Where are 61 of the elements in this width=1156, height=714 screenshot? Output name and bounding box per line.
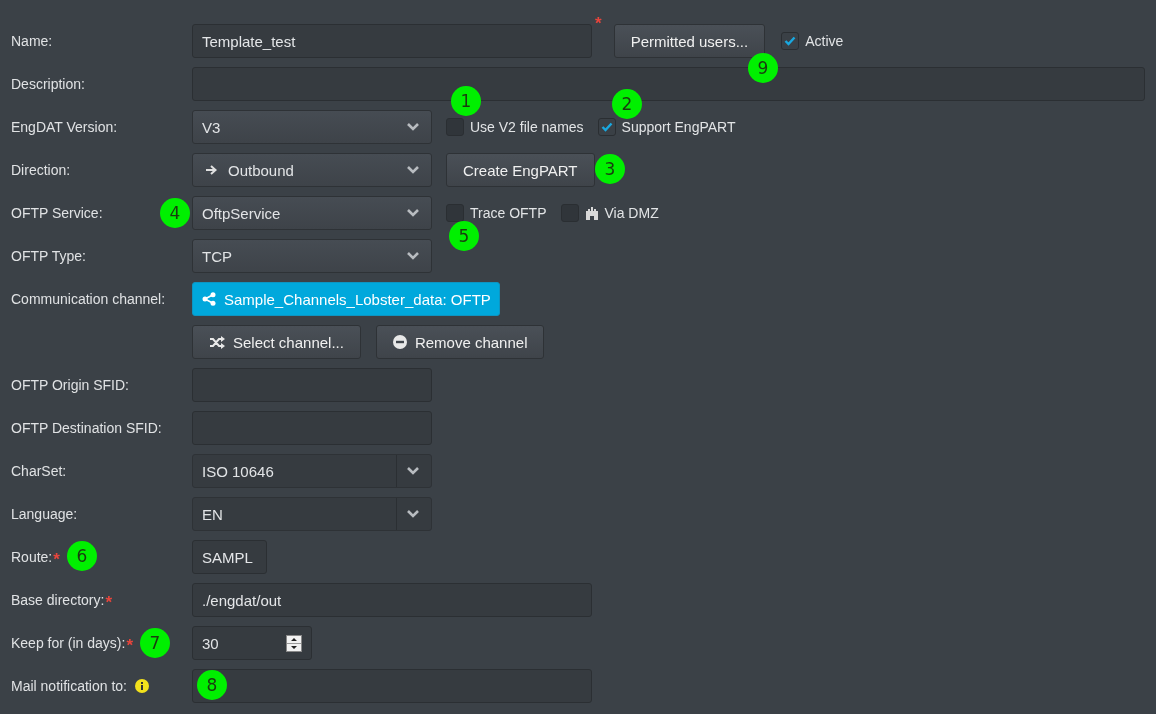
required-mark: * xyxy=(595,14,602,34)
field-label: Name: xyxy=(11,33,53,49)
callout-badge: 6 xyxy=(67,541,97,571)
share-icon xyxy=(202,292,216,306)
input-field[interactable]: SAMPL xyxy=(192,540,267,574)
remove-channel-button[interactable]: Remove channel xyxy=(375,325,545,359)
number-field[interactable]: 30 xyxy=(192,626,312,660)
callout-badge: 3 xyxy=(595,154,625,184)
checkbox[interactable]: Support EngPART xyxy=(597,118,736,136)
callout-badge: 4 xyxy=(160,198,190,228)
info-icon xyxy=(134,679,149,693)
checkbox[interactable]: Active xyxy=(781,32,844,50)
checkmark-icon xyxy=(600,122,613,132)
field-label: Communication channel: xyxy=(11,291,166,307)
select-channel-button[interactable]: Select channel... xyxy=(192,325,361,359)
arrow-right-icon xyxy=(205,164,218,176)
checkmark-icon xyxy=(784,36,797,46)
chevron-down-icon xyxy=(406,509,420,519)
callout-badge: 1 xyxy=(451,86,481,116)
checkbox[interactable]: Trace OFTP xyxy=(446,204,547,222)
field-label: Direction: xyxy=(11,162,71,178)
field-label: Base directory: xyxy=(11,592,105,608)
dropdown[interactable]: OftpService xyxy=(192,196,432,230)
field-label: OFTP Service: xyxy=(11,205,103,221)
chevron-down-icon xyxy=(406,208,420,218)
castle-icon xyxy=(584,206,599,220)
dropdown[interactable]: Outbound xyxy=(192,153,432,187)
checkbox[interactable]: Use V2 file names xyxy=(446,118,584,136)
callout-badge: 2 xyxy=(612,89,642,119)
field-label: OFTP Origin SFID: xyxy=(11,377,129,393)
chevron-down-icon xyxy=(406,251,420,261)
chevron-down-icon xyxy=(406,165,420,175)
required-mark: * xyxy=(53,550,60,570)
input-field[interactable]: Template_test xyxy=(192,24,592,58)
field-label: OFTP Type: xyxy=(11,248,86,264)
minus-circle-icon xyxy=(392,335,407,349)
dropdown[interactable]: V3 xyxy=(192,110,432,144)
field-label: Language: xyxy=(11,506,78,522)
field-label: CharSet: xyxy=(11,463,67,479)
field-label: EngDAT Version: xyxy=(11,119,118,135)
chevron-down-icon xyxy=(406,466,420,476)
callout-badge: 5 xyxy=(449,221,479,251)
create-engpart-button[interactable]: Create EngPART xyxy=(446,153,595,187)
checkbox[interactable]: Via DMZ xyxy=(560,204,659,222)
field-label: OFTP Destination SFID: xyxy=(11,420,162,436)
field-label: Keep for (in days): xyxy=(11,635,126,651)
field-label: Route: xyxy=(11,549,53,565)
field-label: Mail notification to: xyxy=(11,678,127,694)
permitted-users-button[interactable]: Permitted users... xyxy=(613,24,766,58)
spinner-arrows-icon xyxy=(286,634,302,652)
shuffle-icon xyxy=(209,335,225,349)
callout-badge: 7 xyxy=(140,628,170,658)
combo-box[interactable]: EN xyxy=(192,497,432,531)
input-field[interactable] xyxy=(192,669,592,703)
field-label: Description: xyxy=(11,76,85,92)
input-field[interactable]: ./engdat/out xyxy=(192,583,592,617)
chevron-down-icon xyxy=(406,122,420,132)
required-mark: * xyxy=(126,636,133,656)
combo-box[interactable]: ISO 10646 xyxy=(192,454,432,488)
required-mark: * xyxy=(105,593,112,613)
dropdown[interactable]: TCP xyxy=(192,239,432,273)
